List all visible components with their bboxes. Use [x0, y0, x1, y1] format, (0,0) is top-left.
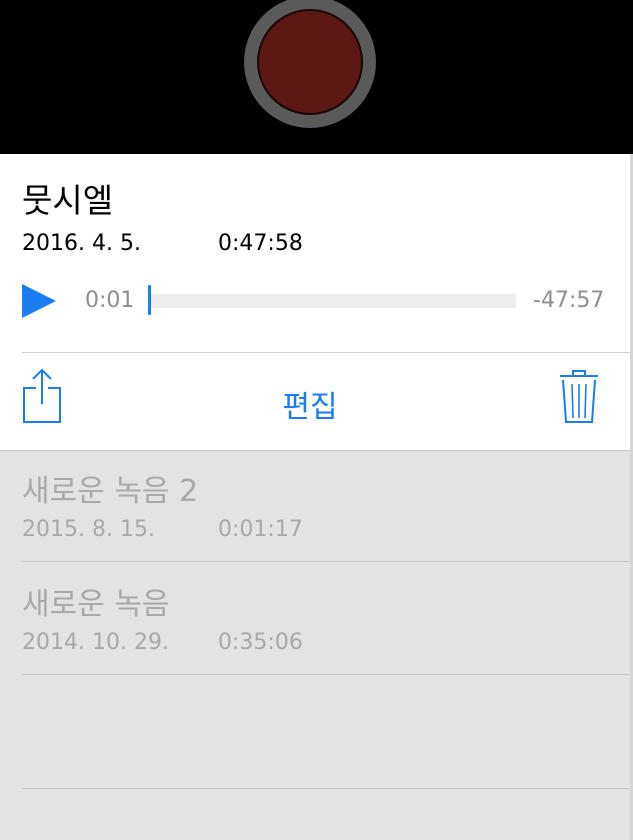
scrubber-handle[interactable]: [148, 285, 151, 315]
elapsed-time: 0:01: [85, 288, 135, 313]
recording-item-title: 새로운 녹음 2: [22, 474, 199, 509]
recording-date: 2016. 4. 5.: [22, 231, 141, 256]
recording-title: 뭇시엘: [22, 181, 114, 220]
share-button[interactable]: [22, 368, 62, 424]
recording-item-date: 2015. 8. 15.: [22, 517, 155, 542]
edit-button[interactable]: 편집: [262, 382, 358, 426]
recording-list-item[interactable]: 새로운 녹음 2 2015. 8. 15. 0:01:17: [0, 450, 630, 562]
recording-item-duration: 0:35:06: [218, 630, 303, 655]
recording-list-item[interactable]: 새로운 녹음 2014. 10. 29. 0:35:06: [0, 563, 630, 675]
record-button[interactable]: [244, 0, 376, 128]
trash-icon: [560, 370, 598, 423]
divider: [22, 674, 630, 675]
recording-item-date: 2014. 10. 29.: [22, 630, 169, 655]
share-icon: [23, 368, 61, 423]
play-button[interactable]: [22, 284, 56, 318]
delete-button[interactable]: [559, 370, 599, 424]
active-recording-panel: 뭇시엘 2016. 4. 5. 0:47:58 0:01 -47:57 편집: [0, 154, 630, 451]
divider: [22, 352, 630, 353]
play-icon: [22, 284, 56, 318]
divider: [22, 788, 630, 789]
divider: [22, 561, 630, 562]
recording-duration: 0:47:58: [218, 231, 303, 256]
recorder-top-bar: [0, 0, 633, 154]
recording-item-title: 새로운 녹음: [22, 587, 170, 622]
record-icon: [257, 9, 363, 115]
playback-scrubber[interactable]: [150, 294, 516, 308]
empty-list-row: [0, 676, 630, 789]
remaining-time: -47:57: [533, 288, 605, 313]
recording-item-duration: 0:01:17: [218, 517, 303, 542]
